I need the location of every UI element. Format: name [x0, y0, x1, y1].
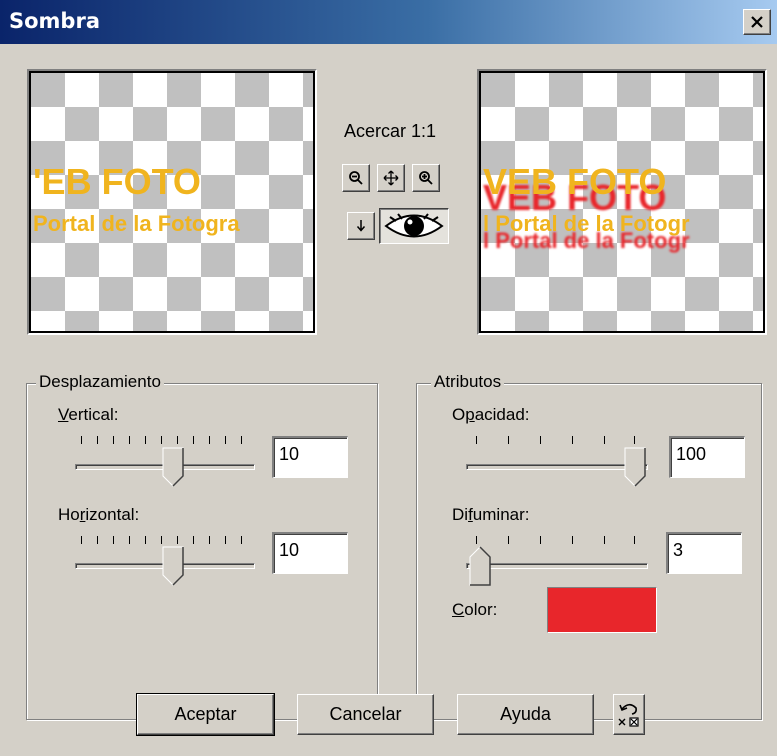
- opacity-slider-track[interactable]: [466, 464, 648, 470]
- cancel-button[interactable]: Cancelar: [297, 694, 434, 735]
- zoom-out-button[interactable]: [342, 164, 370, 192]
- horizontal-label: Horizontal:: [58, 505, 140, 524]
- pan-icon: [383, 170, 399, 186]
- zoom-in-icon: [419, 171, 433, 185]
- close-button[interactable]: [743, 9, 771, 35]
- vertical-input[interactable]: 10: [272, 436, 348, 478]
- horizontal-slider-thumb[interactable]: [162, 546, 184, 586]
- preview-text-subtitle: l Portal de la Fotogr: [483, 211, 690, 236]
- blur-slider-ticks: [476, 536, 636, 545]
- preview-text-subtitle: Portal de la Fotogra: [33, 211, 240, 236]
- vertical-slider-ticks: [81, 436, 249, 445]
- dialog-window: Sombra 'EB FOTO Portal de la Fotogra VEB…: [0, 0, 777, 756]
- ok-button[interactable]: Aceptar: [136, 693, 275, 736]
- eye-icon: [384, 213, 444, 238]
- result-preview[interactable]: VEB FOTO l Portal de la Fotogr VEB FOTO …: [477, 69, 767, 335]
- close-icon: [751, 16, 763, 28]
- preview-text-title: 'EB FOTO: [33, 161, 201, 202]
- title-bar: Sombra: [0, 0, 777, 44]
- undo-reset-icon: [618, 703, 639, 727]
- color-swatch[interactable]: [547, 587, 657, 633]
- pan-button[interactable]: [377, 164, 405, 192]
- horizontal-slider-ticks: [81, 536, 249, 545]
- reset-button[interactable]: [613, 694, 645, 735]
- original-preview-canvas: 'EB FOTO Portal de la Fotogra: [29, 71, 315, 333]
- zoom-label: Acercar 1:1: [343, 121, 437, 141]
- hand-icon: [356, 220, 366, 232]
- zoom-in-button[interactable]: [412, 164, 440, 192]
- displacement-legend: Desplazamiento: [36, 372, 164, 392]
- blur-input[interactable]: 3: [666, 532, 742, 574]
- blur-slider-track[interactable]: [466, 563, 648, 569]
- vertical-slider-thumb[interactable]: [162, 447, 184, 487]
- zoom-out-icon: [349, 171, 363, 185]
- original-preview[interactable]: 'EB FOTO Portal de la Fotogra: [27, 69, 317, 335]
- horizontal-input[interactable]: 10: [272, 532, 348, 574]
- blur-label: Difuminar:: [452, 505, 530, 524]
- opacity-slider-ticks: [476, 436, 636, 445]
- window-title: Sombra: [9, 9, 100, 33]
- attributes-legend: Atributos: [431, 372, 505, 392]
- help-button[interactable]: Ayuda: [457, 694, 594, 735]
- vertical-label: Vertical:: [58, 405, 119, 424]
- opacity-slider-thumb[interactable]: [624, 447, 646, 487]
- color-label: Color:: [452, 600, 498, 619]
- result-preview-canvas: VEB FOTO l Portal de la Fotogr VEB FOTO …: [479, 71, 765, 333]
- opacity-label: Opacidad:: [452, 405, 530, 424]
- hand-button[interactable]: [347, 212, 375, 240]
- preview-toggle-button[interactable]: [379, 208, 449, 244]
- preview-text-title: VEB FOTO: [483, 161, 667, 202]
- blur-slider-thumb[interactable]: [469, 546, 491, 586]
- opacity-input[interactable]: 100: [669, 436, 745, 478]
